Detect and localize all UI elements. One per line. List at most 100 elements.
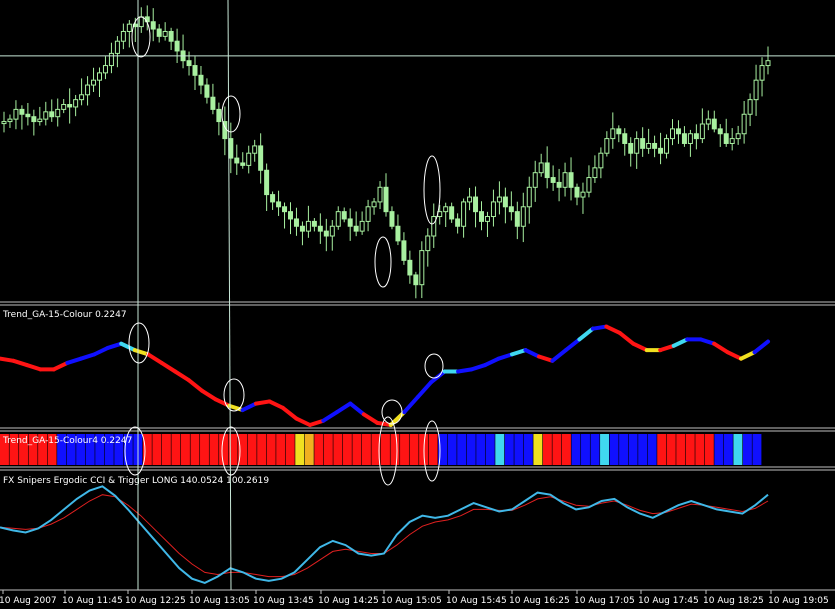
candle-body [282,206,288,213]
candle-body [264,169,270,196]
histogram-bar [561,434,571,465]
candle-body [693,133,699,140]
candle-body [705,118,711,125]
histogram-bar [295,434,305,465]
histogram-bar [428,434,438,465]
histogram-bar [466,434,476,465]
histogram-bar [523,434,533,465]
candle-body [102,65,108,74]
candle-body [550,177,556,183]
candle-body [204,84,210,98]
candle-body [305,220,311,232]
candle-body [85,84,91,96]
histogram-bar [323,434,333,465]
candle-body [711,118,717,130]
histogram-bar [676,434,686,465]
candle-body [634,138,640,154]
histogram-bar [457,434,467,465]
candle-body [443,206,449,213]
histogram-bar [390,434,400,465]
candle-body [97,72,102,81]
histogram-bar [714,434,724,465]
candle-body [753,79,759,101]
candle-body [37,118,43,123]
time-label: 10 Aug 12:25 [125,596,186,606]
histogram-bar [638,434,648,465]
trend-panel-label: Trend_GA-15-Colour 0.2247 [2,310,127,320]
histogram-bar [409,434,419,465]
candle-body [1,121,7,125]
candle-body [640,138,646,149]
histogram-bar [695,434,705,465]
histogram-bar [314,434,324,465]
histogram-bar [685,434,695,465]
candle-body [425,235,431,252]
candle-body [49,111,55,118]
histogram-bar [723,434,733,465]
candle-body [323,230,329,237]
histogram-bar [381,434,390,465]
trend-histogram-label: Trend_GA-15-Colour4 0.2247 [2,436,132,446]
candle-body [395,225,401,242]
candle-body [25,113,31,118]
candle-body [216,108,222,123]
histogram-bar [304,434,314,465]
candle-body [317,225,323,232]
time-label: 10 Aug 18:25 [703,596,764,606]
candle-body [156,28,162,37]
time-label: 10 Aug 15:45 [446,596,507,606]
candle-body [91,79,97,86]
candle-body [228,138,234,159]
candle-body [574,186,580,198]
histogram-bar [533,434,543,465]
histogram-bar [152,434,162,465]
candle-body [687,133,693,144]
trend-segment [0,356,16,363]
candle-body [371,201,377,208]
candle-body [508,206,514,213]
candle-body [108,52,114,67]
trend-segment [254,399,272,406]
candle-body [19,108,25,115]
histogram-bar [266,434,276,465]
candle-body [723,133,729,144]
histogram-bar [171,434,181,465]
candle-body [168,30,174,42]
time-label: 10 Aug 15:05 [381,596,442,606]
histogram-bar [609,434,619,465]
histogram-bar [647,434,657,465]
candle-body [359,220,365,232]
candle-body [562,172,568,188]
candle-body [556,181,562,188]
candle-body [13,108,19,120]
candle-body [162,30,168,37]
ergodic-panel-label: FX Snipers Ergodic CCI & Trigger LONG 14… [3,476,269,486]
candle-body [114,40,120,54]
candle-body [120,30,126,42]
histogram-bar [352,434,362,465]
candle-body [7,118,13,123]
histogram-bar [514,434,524,465]
candle-body [419,250,425,286]
candle-body [658,147,664,154]
histogram-bar [666,434,676,465]
candle-body [461,201,467,227]
candle-body [580,191,586,198]
candle-body [675,128,681,135]
time-label: 10 Aug 13:45 [253,596,314,606]
time-label: 10 Aug 14:25 [318,596,379,606]
candle-body [759,65,765,81]
histogram-bar [752,434,762,465]
time-label: 10 Aug 17:05 [574,596,635,606]
histogram-bar [400,434,409,465]
chart-canvas[interactable]: Trend_GA-15-Colour 0.2247 Trend_GA-15-Co… [0,0,835,609]
candle-body [252,145,258,154]
candle-body [729,138,735,144]
trading-chart[interactable]: Trend_GA-15-Colour 0.2247 Trend_GA-15-Co… [0,0,835,609]
histogram-bar [600,434,609,465]
candle-body [353,225,359,232]
candle-body [234,157,240,164]
candle-body [299,225,305,232]
histogram-bar [209,434,219,465]
candle-body [311,220,317,227]
